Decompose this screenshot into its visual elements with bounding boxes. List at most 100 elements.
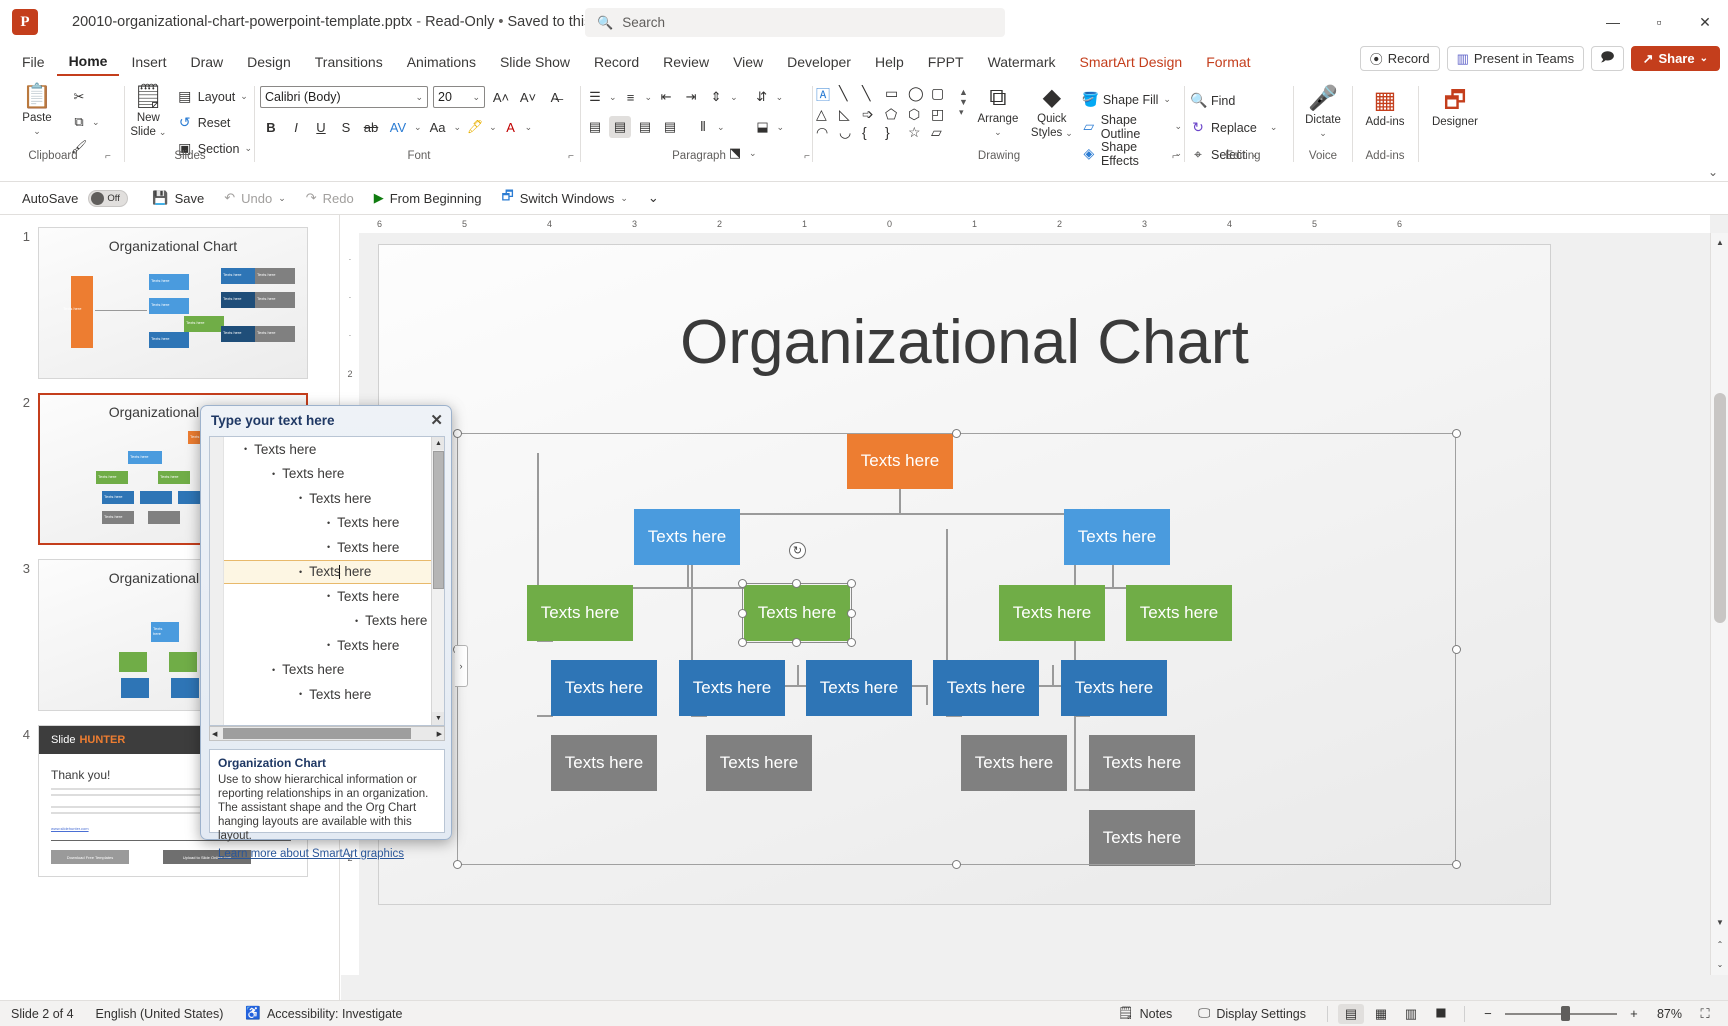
font-size-combobox[interactable]: 20 ⌄ [433,86,485,108]
reset-button[interactable]: ↺ Reset [177,110,252,135]
scroll-up-icon[interactable]: ▲ [1711,233,1728,251]
redo-button[interactable]: ↷ Redo [296,186,364,210]
columns-chevron-down-icon[interactable]: ⌄ [717,122,725,133]
underline-button[interactable]: U [310,116,332,138]
arrange-chevron-down-icon[interactable]: ⌄ [994,127,1002,138]
dictate-chevron-down-icon[interactable]: ⌄ [1319,128,1327,139]
shape-gallery-more-icon[interactable]: ▾ [959,107,968,118]
quick-styles-chevron-down-icon[interactable]: ⌄ [1065,128,1073,139]
tab-record[interactable]: Record [582,48,651,76]
scroll-down-icon[interactable]: ▼ [1711,913,1728,931]
smartart-resize-handle-sw[interactable] [453,860,462,869]
text-pane-item-selected[interactable]: • Texts here [210,560,444,585]
new-slide-chevron-down-icon[interactable]: ⌄ [159,127,167,138]
zoom-slider-knob[interactable] [1561,1006,1570,1021]
italic-button[interactable]: I [285,116,307,138]
tab-format[interactable]: Format [1194,48,1262,76]
text-pane-horizontal-scrollbar[interactable]: ◀ ▶ [209,726,445,741]
copy-chevron-down-icon[interactable]: ⌄ [92,117,100,128]
rectangle-shape-icon[interactable]: ▭ [885,85,907,105]
align-text-chevron-down-icon[interactable]: ⌄ [777,122,785,133]
smartart-resize-handle-s[interactable] [952,860,961,869]
brace-right-shape-icon[interactable]: } [885,124,907,141]
tab-home[interactable]: Home [57,48,120,76]
switch-windows-button[interactable]: 🗗 Switch Windows ⌄ [492,186,638,210]
paste-button[interactable]: 📋 Paste ⌄ [10,84,64,158]
bold-button[interactable]: B [260,116,282,138]
canvas-vertical-scrollbar[interactable]: ▲ ▼ ⌃ ⌄ [1710,233,1728,975]
text-pane-item[interactable]: • Texts here [210,584,444,609]
notes-button[interactable]: 🗒 Notes [1107,1003,1184,1025]
search-input[interactable]: 🔍 Search [585,8,1005,37]
shape-fill-chevron-down-icon[interactable]: ⌄ [1163,94,1171,105]
font-size-chevron-down-icon[interactable]: ⌄ [472,92,480,103]
clear-formatting-button[interactable]: A̶ [544,86,566,108]
reading-view-button[interactable]: ▥ [1398,1004,1424,1024]
font-name-chevron-down-icon[interactable]: ⌄ [415,92,423,103]
shape-gallery[interactable]: 🄰 ╲ ╲ ▭ ◯ ▢ △ ◺ ➩ ⬠ ⬡ ◰ ◠ ◡ { } ☆ [816,85,953,141]
smartart-resize-handle-se[interactable] [1452,860,1461,869]
shape-outline-button[interactable]: ▱ Shape Outline ⌄ [1082,114,1182,139]
collapse-ribbon-button[interactable]: ⌄ [1708,165,1718,179]
addins-button[interactable]: ▦ Add-ins [1358,88,1412,128]
fit-to-window-button[interactable]: ⛶ [1692,1004,1718,1024]
text-pane-item[interactable]: • Texts here [210,437,444,462]
switch-windows-chevron-down-icon[interactable]: ⌄ [620,193,628,204]
oval-shape-icon[interactable]: ◯ [908,85,930,105]
qat-more-button[interactable]: ⌄ [638,186,669,210]
text-pane-list[interactable]: • Texts here • Texts here • Texts here •… [209,436,445,726]
tab-help[interactable]: Help [863,48,916,76]
paste-chevron-down-icon[interactable]: ⌄ [33,126,41,137]
char-spacing-chevron-down-icon[interactable]: ⌄ [414,122,422,133]
share-button[interactable]: ↗ Share ⌄ [1631,46,1720,71]
font-dialog-launcher[interactable]: ⌐ [568,151,574,162]
quick-styles-button[interactable]: ◆ Quick Styles ⌄ [1028,85,1076,139]
zoom-out-button[interactable]: − [1475,1004,1501,1024]
scroll-left-icon[interactable]: ◀ [212,730,217,738]
highlight-button[interactable]: 🖊 [464,116,486,138]
text-pane-item[interactable]: • Texts here [210,633,444,658]
star-shape-icon[interactable]: ☆ [908,124,930,141]
normal-view-button[interactable]: ▤ [1338,1004,1364,1024]
text-direction-button[interactable]: ⇵ [751,86,773,108]
tab-developer[interactable]: Developer [775,48,863,76]
bullets-chevron-down-icon[interactable]: ⌄ [609,92,617,103]
right-arrow-shape-icon[interactable]: ➩ [862,106,884,123]
banner-shape-icon[interactable]: ▱ [931,124,953,141]
tab-insert[interactable]: Insert [119,48,178,76]
comments-button[interactable]: 🗩 [1591,46,1623,71]
tab-file[interactable]: File [10,48,57,76]
font-name-combobox[interactable]: Calibri (Body) ⌄ [260,86,428,108]
text-pane-vertical-scrollbar[interactable]: ▲ ▼ [431,437,444,725]
undo-button[interactable]: ↶ Undo ⌄ [214,186,296,210]
curve-shape-icon[interactable]: ◡ [839,124,861,141]
clipboard-dialog-launcher[interactable]: ⌐ [105,151,111,162]
arc-shape-icon[interactable]: ◠ [816,124,838,141]
smartart-resize-handle-e[interactable] [1452,645,1461,654]
strikethrough-button[interactable]: ab [360,116,382,138]
highlight-chevron-down-icon[interactable]: ⌄ [489,122,497,133]
slide-sorter-button[interactable]: ▦ [1368,1004,1394,1024]
grow-font-button[interactable]: A˄ [490,86,512,108]
align-text-button[interactable]: ⬓ [752,116,774,138]
cube-shape-icon[interactable]: ◰ [931,106,953,123]
tab-draw[interactable]: Draw [178,48,235,76]
layout-chevron-down-icon[interactable]: ⌄ [240,91,248,102]
record-button[interactable]: ⦿ Record [1360,46,1440,71]
chevron-shape-icon[interactable]: ⬡ [908,106,930,123]
smartart-resize-handle-n[interactable] [952,429,961,438]
paragraph-dialog-launcher[interactable]: ⌐ [804,151,810,162]
text-pane-item[interactable]: • Texts here [210,609,444,634]
zoom-slider[interactable] [1505,1005,1617,1023]
autosave-toggle[interactable]: Off [88,190,128,207]
tab-smartart-design[interactable]: SmartArt Design [1068,48,1195,76]
smartart-resize-handle-nw[interactable] [453,429,462,438]
share-chevron-down-icon[interactable]: ⌄ [1700,53,1708,64]
tab-animations[interactable]: Animations [395,48,488,76]
textbox-shape-icon[interactable]: 🄰 [816,85,838,105]
rounded-rect-shape-icon[interactable]: ▢ [931,85,953,105]
tab-slide-show[interactable]: Slide Show [488,48,582,76]
document-title[interactable]: 20010-organizational-chart-powerpoint-te… [72,14,637,30]
text-pane-scroll-thumb[interactable] [433,451,444,589]
find-button[interactable]: 🔍 Find [1190,88,1296,113]
